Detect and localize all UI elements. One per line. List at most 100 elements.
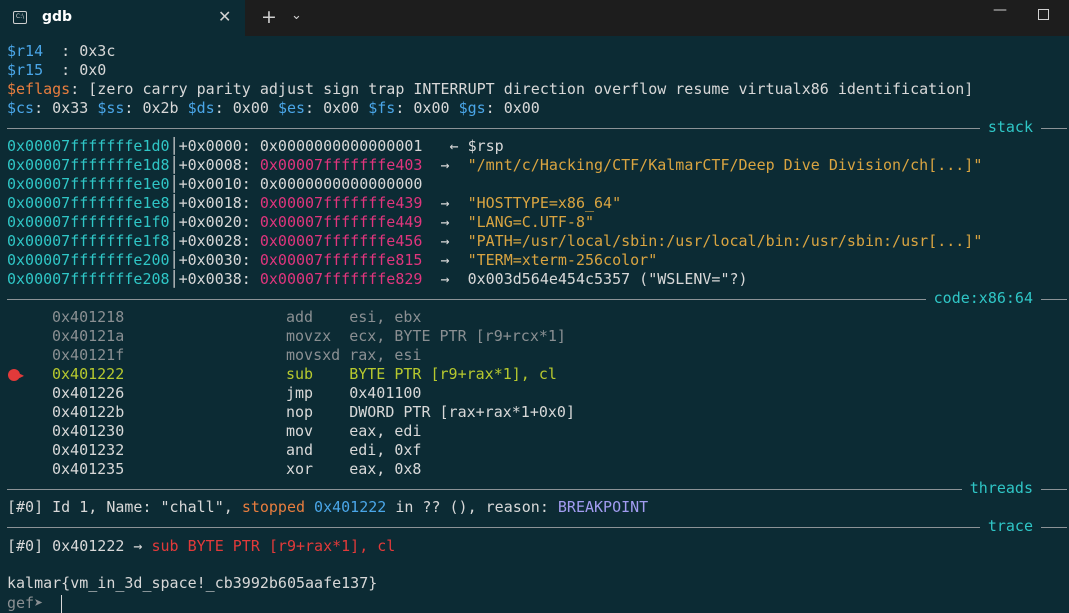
code-address: 0x401222 (52, 365, 125, 383)
stack-value: 0x00007fffffffe439 (259, 194, 423, 212)
code-row: 0x40122b nop DWORD PTR [rax+rax*1+0x0] (52, 403, 575, 422)
register-r14: $r14 : 0x3c (7, 42, 116, 60)
stack-arrow: → (422, 213, 468, 231)
stack-separator: stack (7, 118, 1067, 137)
code-operands: DWORD PTR [rax+rax*1+0x0] (340, 403, 575, 421)
code-operands: edi, 0xf (340, 441, 422, 459)
stack-address: 0x00007fffffffe1d8 (7, 156, 170, 174)
code-mnemonic: jmp (286, 384, 341, 402)
code-address: 0x401232 (52, 441, 125, 459)
stack-note: "/mnt/c/Hacking/CTF/KalmarCTF/Deep Dive … (467, 156, 983, 174)
stack-offset: │+0x0008: (169, 156, 260, 174)
code-operands: eax, edi (340, 422, 422, 440)
minimize-button[interactable]: — (993, 2, 1007, 18)
code-operands: BYTE PTR [r9+rax*1], cl (340, 365, 557, 383)
stack-offset: │+0x0000: (169, 137, 260, 155)
program-output: kalmar{vm_in_3d_space!_cb3992b605aafe137… (7, 574, 378, 592)
stack-address: 0x00007fffffffe1e0 (7, 175, 170, 193)
stack-offset: │+0x0028: (169, 232, 260, 250)
stack-value: 0x00007fffffffe829 (259, 270, 423, 288)
threads-section-label: threads (961, 479, 1041, 498)
stack-row: 0x00007fffffffe208│+0x0038: 0x00007fffff… (7, 270, 748, 289)
trace-line: [#0] 0x401222 → sub BYTE PTR [r9+rax*1],… (7, 537, 396, 555)
code-operands: esi, ebx (340, 308, 422, 326)
stack-row: 0x00007fffffffe1f8│+0x0028: 0x00007fffff… (7, 232, 982, 251)
close-tab-icon[interactable]: ✕ (218, 7, 231, 26)
stack-value: 0x0000000000000000 (259, 175, 423, 193)
stack-offset: │+0x0018: (169, 194, 260, 212)
stack-note: $rsp (467, 137, 504, 155)
stack-arrow: → (422, 251, 468, 269)
stack-row: 0x00007fffffffe1d8│+0x0008: 0x00007fffff… (7, 156, 982, 175)
register-eflags: $eflags: [zero carry parity adjust sign … (7, 80, 974, 98)
maximize-button[interactable] (1038, 9, 1049, 20)
code-operands: rax, esi (340, 346, 422, 364)
new-tab-button[interactable]: + (261, 6, 277, 28)
stack-row: 0x00007fffffffe1f0│+0x0020: 0x00007fffff… (7, 213, 594, 232)
stack-note: 0x003d564e454c5357 ("WSLENV="?) (467, 270, 748, 288)
stack-offset: │+0x0010: (169, 175, 260, 193)
stack-note: "LANG=C.UTF-8" (467, 213, 595, 231)
stack-value: 0x0000000000000001 (259, 137, 423, 155)
stack-address: 0x00007fffffffe1d0 (7, 137, 170, 155)
code-address: 0x40121f (52, 346, 125, 364)
code-address: 0x401226 (52, 384, 125, 402)
code-mnemonic: add (286, 308, 341, 326)
stack-address: 0x00007fffffffe200 (7, 251, 170, 269)
code-mnemonic: movsxd (286, 346, 341, 364)
code-separator: code:x86:64 (7, 289, 1067, 308)
code-section-label: code:x86:64 (925, 289, 1041, 308)
stack-address: 0x00007fffffffe1f8 (7, 232, 170, 250)
trace-separator: trace (7, 517, 1067, 536)
stack-row: 0x00007fffffffe200│+0x0030: 0x00007fffff… (7, 251, 657, 270)
stack-value: 0x00007fffffffe449 (259, 213, 423, 231)
stack-arrow: → (422, 194, 468, 212)
terminal-icon: C:\ (13, 11, 27, 24)
tab-gdb[interactable]: C:\ gdb ✕ (0, 0, 245, 36)
stack-arrow: → (422, 232, 468, 250)
code-mnemonic: nop (286, 403, 341, 421)
code-row: 0x40121f movsxd rax, esi (52, 346, 421, 365)
stack-value: 0x00007fffffffe456 (259, 232, 423, 250)
code-row: 0x40121a movzx ecx, BYTE PTR [r9+rcx*1] (52, 327, 566, 346)
stack-offset: │+0x0030: (169, 251, 260, 269)
stack-arrow: ← (422, 137, 468, 155)
code-mnemonic: xor (286, 460, 341, 478)
code-mnemonic: and (286, 441, 341, 459)
code-row: 0x401222 sub BYTE PTR [r9+rax*1], cl (52, 365, 557, 384)
stack-note: "HOSTTYPE=x86_64" (467, 194, 622, 212)
code-operands: ecx, BYTE PTR [r9+rcx*1] (340, 327, 566, 345)
code-address: 0x40121a (52, 327, 125, 345)
stack-row: 0x00007fffffffe1e0│+0x0010: 0x0000000000… (7, 175, 422, 194)
thread-line: [#0] Id 1, Name: "chall", stopped 0x4012… (7, 498, 649, 516)
code-mnemonic: mov (286, 422, 341, 440)
stack-section-label: stack (979, 118, 1041, 137)
stack-offset: │+0x0020: (169, 213, 260, 231)
code-row: 0x401232 and edi, 0xf (52, 441, 421, 460)
stack-address: 0x00007fffffffe1e8 (7, 194, 170, 212)
stack-note: "PATH=/usr/local/sbin:/usr/local/bin:/us… (467, 232, 983, 250)
stack-arrow: → (422, 156, 468, 174)
current-instruction-arrow-icon: ▸ (18, 368, 26, 382)
code-operands: 0x401100 (340, 384, 422, 402)
code-mnemonic: movzx (286, 327, 341, 345)
gef-prompt: gef➤ (7, 594, 53, 612)
segment-registers: $cs: 0x33 $ss: 0x2b $ds: 0x00 $es: 0x00 … (7, 99, 540, 117)
register-r15: $r15 : 0x0 (7, 61, 107, 79)
tab-title: gdb (42, 9, 73, 25)
code-mnemonic: sub (286, 365, 341, 383)
stack-address: 0x00007fffffffe208 (7, 270, 170, 288)
code-address: 0x40122b (52, 403, 125, 421)
stack-address: 0x00007fffffffe1f0 (7, 213, 170, 231)
code-address: 0x401230 (52, 422, 125, 440)
stack-value: 0x00007fffffffe403 (259, 156, 423, 174)
stack-row: 0x00007fffffffe1d0│+0x0000: 0x0000000000… (7, 137, 504, 156)
terminal-cursor[interactable] (61, 595, 62, 613)
stack-value: 0x00007fffffffe815 (259, 251, 423, 269)
chevron-down-icon[interactable]: ⌄ (291, 8, 302, 23)
stack-note: "TERM=xterm-256color" (467, 251, 658, 269)
stack-row: 0x00007fffffffe1e8│+0x0018: 0x00007fffff… (7, 194, 621, 213)
code-row: 0x401218 add esi, ebx (52, 308, 421, 327)
code-operands: eax, 0x8 (340, 460, 422, 478)
code-row: 0x401226 jmp 0x401100 (52, 384, 421, 403)
